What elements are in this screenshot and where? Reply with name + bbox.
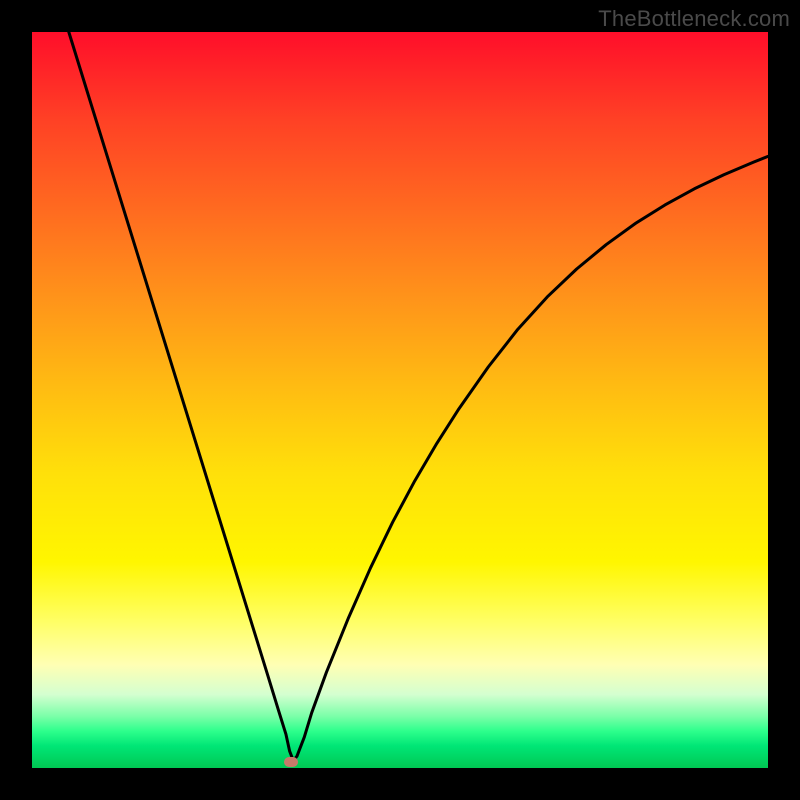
- curve-path: [69, 32, 768, 761]
- chart-frame: TheBottleneck.com: [0, 0, 800, 800]
- plot-area: [32, 32, 768, 768]
- bottleneck-curve: [32, 32, 768, 768]
- watermark-label: TheBottleneck.com: [598, 6, 790, 32]
- minimum-marker: [284, 757, 298, 767]
